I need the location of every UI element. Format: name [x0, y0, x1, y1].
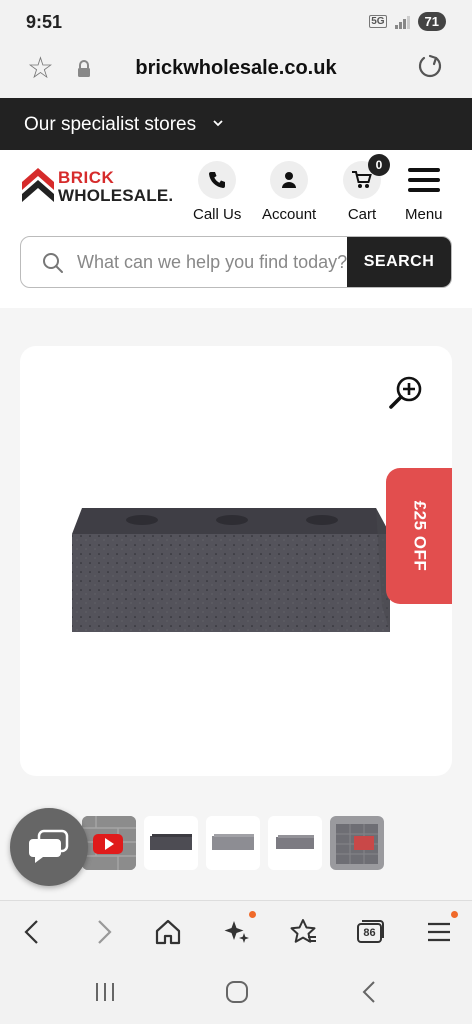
chevron-down-icon	[213, 120, 223, 127]
brick-thumbnail-image	[150, 834, 192, 850]
network-type-icon: 5G	[369, 15, 387, 28]
video-thumbnail-image	[82, 816, 136, 870]
browser-menu-icon[interactable]	[424, 917, 454, 947]
battery-icon: 71	[417, 12, 446, 31]
menu-button[interactable]: Menu	[405, 161, 443, 223]
product-thumbnails	[82, 816, 384, 870]
cart-count-badge: 0	[368, 154, 390, 176]
logo-text-wholesale: WHOLESALE.	[58, 186, 174, 205]
notification-dot	[249, 911, 256, 918]
status-time: 9:51	[26, 12, 63, 32]
product-image-card: £25 OFF	[20, 346, 452, 776]
menu-label: Menu	[405, 206, 443, 223]
call-us-button[interactable]: Call Us	[193, 161, 241, 223]
zoom-in-icon[interactable]	[388, 374, 424, 410]
product-gallery: £25 OFF	[0, 308, 472, 900]
tabs-count: 86	[363, 927, 376, 939]
browser-address-bar: ☆ brickwholesale.co.uk	[0, 44, 472, 98]
hamburger-menu-icon	[407, 161, 440, 199]
thumbnail-brick-3[interactable]	[268, 816, 322, 870]
recent-apps-icon[interactable]	[92, 980, 118, 1004]
home-button-icon[interactable]	[224, 979, 250, 1005]
chat-icon	[29, 829, 69, 863]
call-us-label: Call Us	[193, 206, 242, 223]
search-input[interactable]	[77, 237, 349, 287]
account-icon-circle	[270, 161, 309, 199]
cart-button[interactable]: 0 Cart	[343, 154, 390, 223]
product-brick-image[interactable]	[70, 506, 394, 636]
status-bar: 9:51 5G 71	[0, 0, 472, 44]
system-navigation-bar	[0, 962, 472, 1024]
promo-text: £25 OFF	[410, 500, 429, 572]
bookmarks-icon[interactable]	[288, 917, 318, 947]
notification-dot	[451, 911, 458, 918]
pallet-thumbnail-image	[330, 816, 384, 870]
ai-sparkle-icon[interactable]	[222, 917, 252, 947]
specialist-stores-label: Our specialist stores	[24, 114, 197, 135]
account-button[interactable]: Account	[262, 161, 316, 223]
thumbnail-brick-2[interactable]	[206, 816, 260, 870]
specialist-stores-bar[interactable]: Our specialist stores	[0, 98, 472, 150]
system-back-icon[interactable]	[358, 979, 382, 1005]
reload-icon[interactable]	[416, 52, 444, 80]
promo-discount-tab[interactable]: £25 OFF	[386, 468, 452, 604]
search-button[interactable]: SEARCH	[347, 237, 451, 287]
logo-mark-icon	[22, 168, 54, 202]
phone-icon-circle	[198, 161, 237, 199]
account-label: Account	[262, 206, 317, 223]
logo-text-brick: BRICK	[58, 168, 115, 187]
cart-icon-circle: 0	[343, 154, 390, 199]
search-icon	[43, 253, 63, 273]
thumbnail-video[interactable]	[82, 816, 136, 870]
browser-bottom-nav: 86	[0, 900, 472, 962]
home-icon[interactable]	[153, 917, 183, 947]
brick-wholesale-logo[interactable]: BRICK WHOLESALE.	[20, 164, 173, 208]
forward-icon[interactable]	[88, 917, 118, 947]
thumbnail-pallet[interactable]	[330, 816, 384, 870]
signal-icon	[394, 15, 410, 29]
tabs-button[interactable]: 86	[355, 918, 385, 948]
status-indicators: 5G 71	[369, 12, 446, 31]
search-bar: SEARCH	[20, 236, 452, 288]
phone-icon	[209, 172, 226, 188]
brick-thumbnail-image	[212, 834, 254, 850]
cart-icon	[352, 171, 372, 188]
site-header: BRICK WHOLESALE. Call Us Account 0 Cart …	[0, 150, 472, 236]
url-text[interactable]: brickwholesale.co.uk	[0, 57, 472, 80]
back-icon[interactable]	[18, 917, 48, 947]
cart-label: Cart	[347, 206, 377, 223]
chat-button[interactable]	[10, 808, 88, 886]
user-icon	[282, 172, 297, 188]
brick-thumbnail-image	[276, 835, 314, 849]
thumbnail-brick-1[interactable]	[144, 816, 198, 870]
